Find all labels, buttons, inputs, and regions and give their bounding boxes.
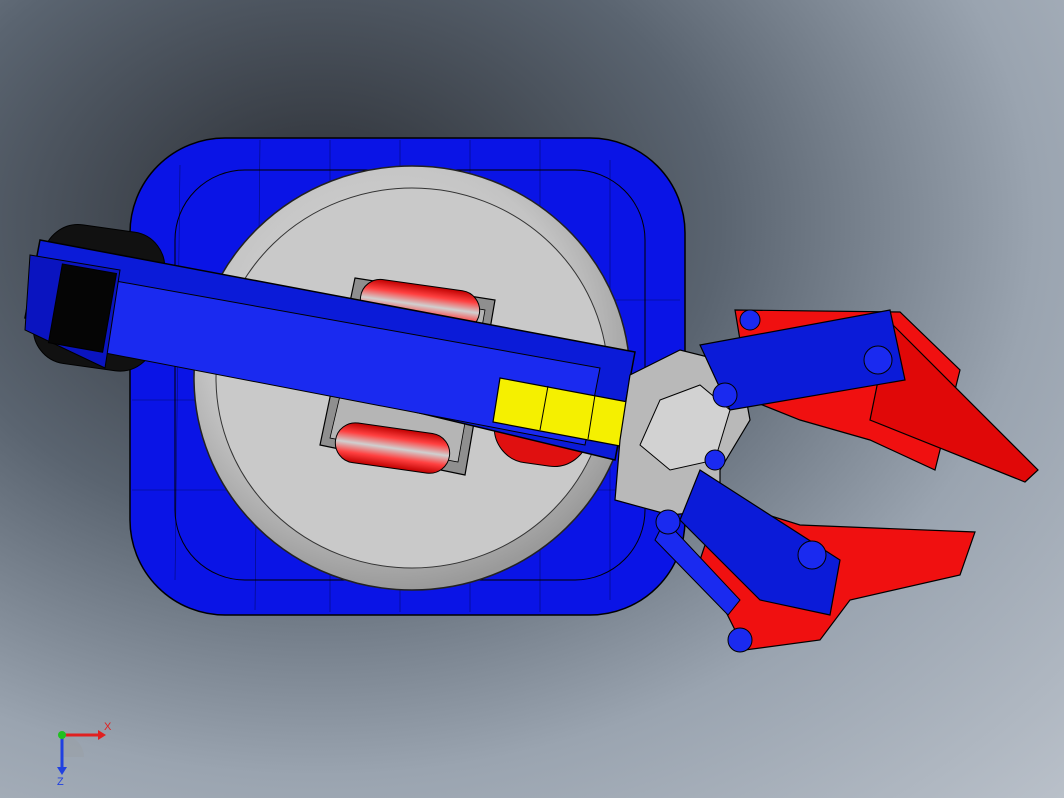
lower-gripper-finger[interactable] bbox=[654, 449, 976, 653]
z-axis-label: Z bbox=[57, 776, 64, 785]
coordinate-triad: X Z bbox=[57, 721, 112, 785]
upper-gripper-finger[interactable] bbox=[699, 309, 1039, 483]
3d-model-viewport[interactable] bbox=[0, 0, 1064, 798]
x-axis-label: X bbox=[104, 721, 112, 733]
